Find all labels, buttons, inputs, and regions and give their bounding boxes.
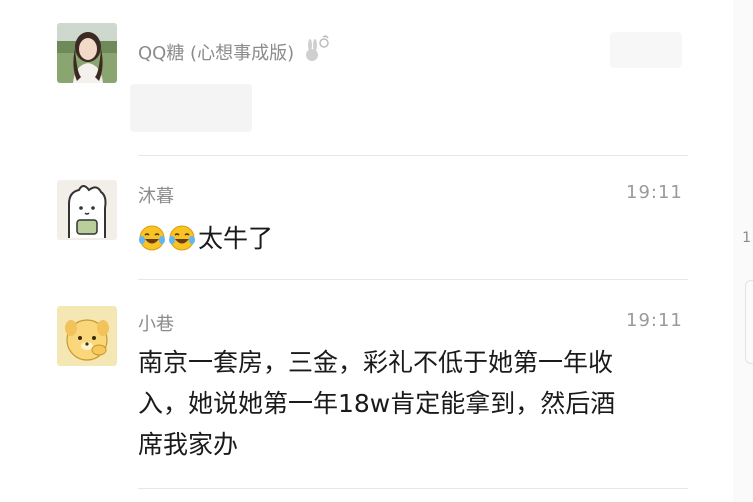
chat-screen: QQ糖 (心想事成版) 沐暮 19:11 太牛了 小巷 19:11 南京一套房，… bbox=[0, 0, 753, 502]
blurred-time bbox=[610, 32, 682, 68]
message-time: 19:11 bbox=[626, 310, 683, 331]
sender-name: 小巷 bbox=[138, 314, 174, 335]
divider bbox=[138, 488, 688, 489]
sender-name: 沐暮 bbox=[138, 186, 174, 207]
sender-name: QQ糖 (心想事成版) bbox=[138, 35, 332, 68]
sender-name-text: QQ糖 (心想事成版) bbox=[138, 43, 295, 64]
message-text-line: 席我家办 bbox=[138, 430, 239, 459]
message-text: 太牛了 bbox=[138, 218, 678, 259]
message-text: 南京一套房，三金，彩礼不低于她第一年收 入，她说她第一年18w肯定能拿到，然后酒… bbox=[138, 342, 678, 465]
right-edge-card bbox=[745, 280, 753, 364]
message-text-line: 南京一套房，三金，彩礼不低于她第一年收 bbox=[138, 348, 614, 377]
laughing-crying-emoji-icon bbox=[138, 223, 166, 251]
message-text-line: 入，她说她第一年18w肯定能拿到，然后酒 bbox=[138, 389, 616, 418]
cartoon-dog-icon bbox=[57, 306, 117, 366]
avatar[interactable] bbox=[57, 306, 117, 366]
avatar-photo-icon bbox=[57, 23, 117, 83]
edge-glyph: 1 bbox=[742, 230, 751, 246]
message-text-content: 太牛了 bbox=[198, 224, 274, 253]
blurred-message-content bbox=[130, 84, 252, 132]
avatar[interactable] bbox=[57, 180, 117, 240]
divider bbox=[138, 155, 688, 156]
message-item[interactable]: QQ糖 (心想事成版) bbox=[0, 0, 690, 160]
divider bbox=[138, 279, 688, 280]
message-item[interactable]: 小巷 19:11 南京一套房，三金，彩礼不低于她第一年收 入，她说她第一年18w… bbox=[0, 282, 690, 492]
bear-doodle-icon bbox=[57, 180, 117, 240]
right-edge-panel bbox=[733, 0, 753, 502]
laughing-crying-emoji-icon bbox=[168, 223, 196, 251]
avatar[interactable] bbox=[57, 23, 117, 83]
message-time: 19:11 bbox=[626, 182, 683, 203]
message-item[interactable]: 沐暮 19:11 太牛了 bbox=[0, 160, 690, 282]
rabbit-icon bbox=[302, 35, 332, 68]
